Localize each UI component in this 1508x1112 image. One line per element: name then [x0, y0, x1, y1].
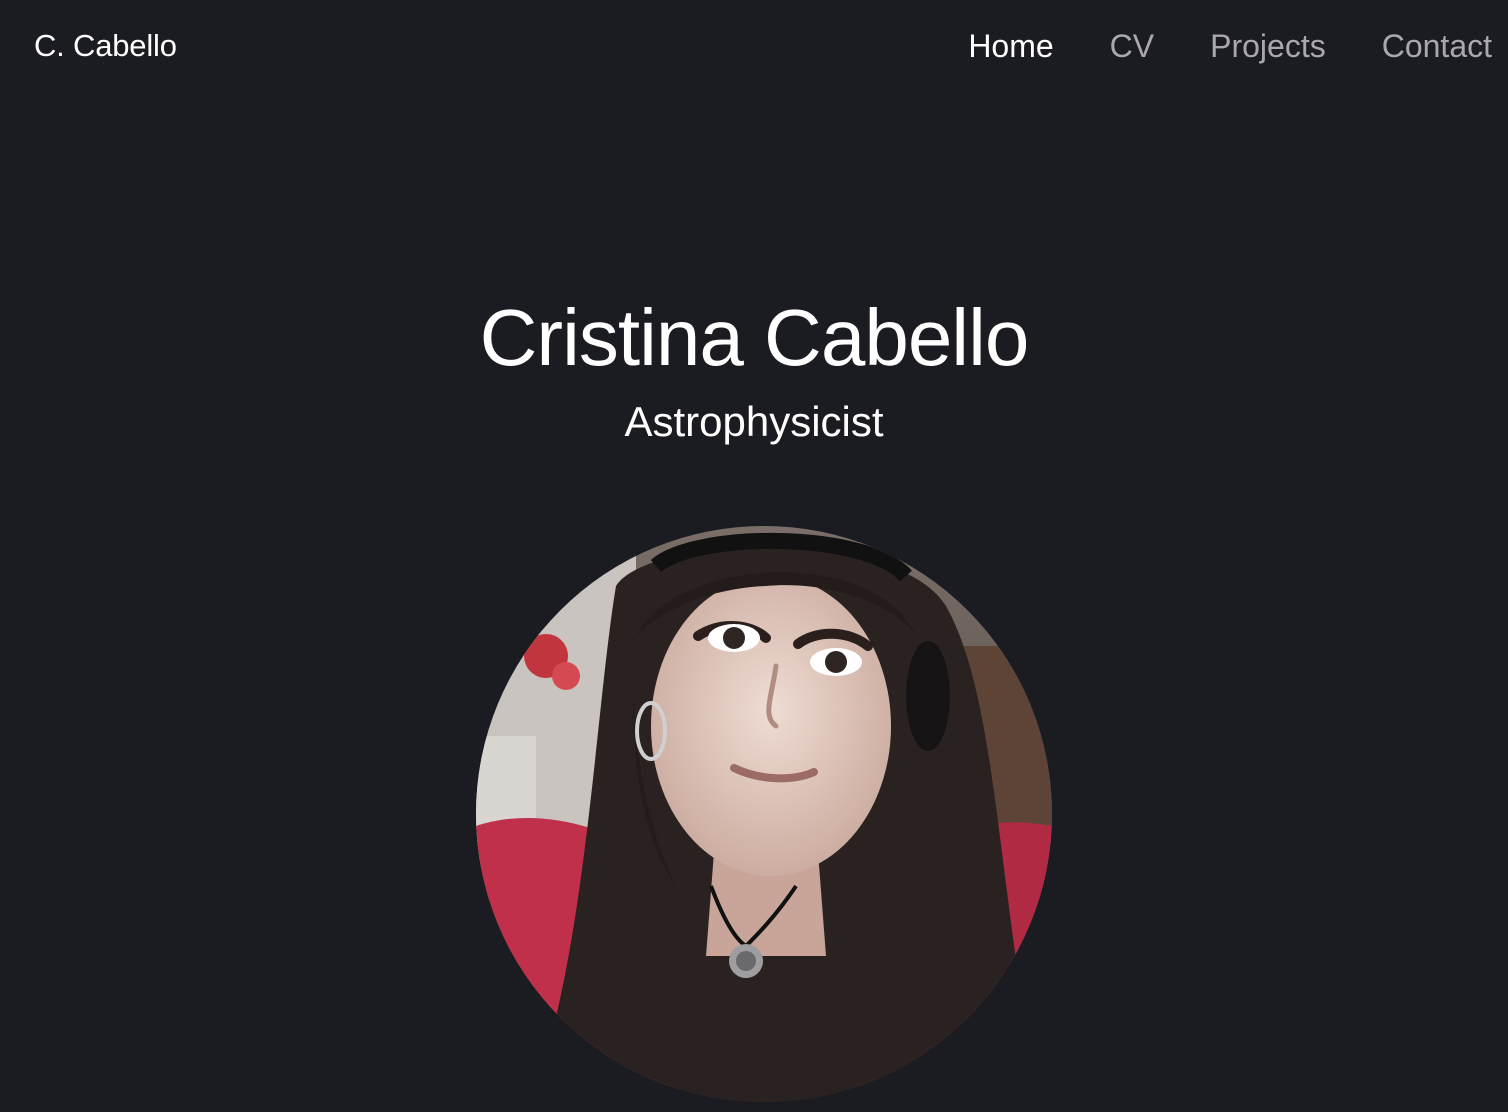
nav-link-contact[interactable]: Contact	[1382, 26, 1492, 66]
profile-photo-icon	[476, 526, 1052, 1102]
navbar: C. Cabello Home CV Projects Contact	[0, 0, 1508, 92]
hero-section: Cristina Cabello Astrophysicist	[0, 290, 1508, 448]
brand-link[interactable]: C. Cabello	[34, 26, 177, 66]
avatar	[476, 526, 1052, 1102]
nav-link-projects[interactable]: Projects	[1210, 26, 1326, 66]
hero-name: Cristina Cabello	[479, 293, 1030, 382]
nav-links: Home CV Projects Contact	[968, 26, 1492, 66]
nav-link-home[interactable]: Home	[968, 26, 1053, 66]
nav-link-cv[interactable]: CV	[1110, 26, 1154, 66]
hero-title: Astrophysicist	[624, 398, 884, 445]
